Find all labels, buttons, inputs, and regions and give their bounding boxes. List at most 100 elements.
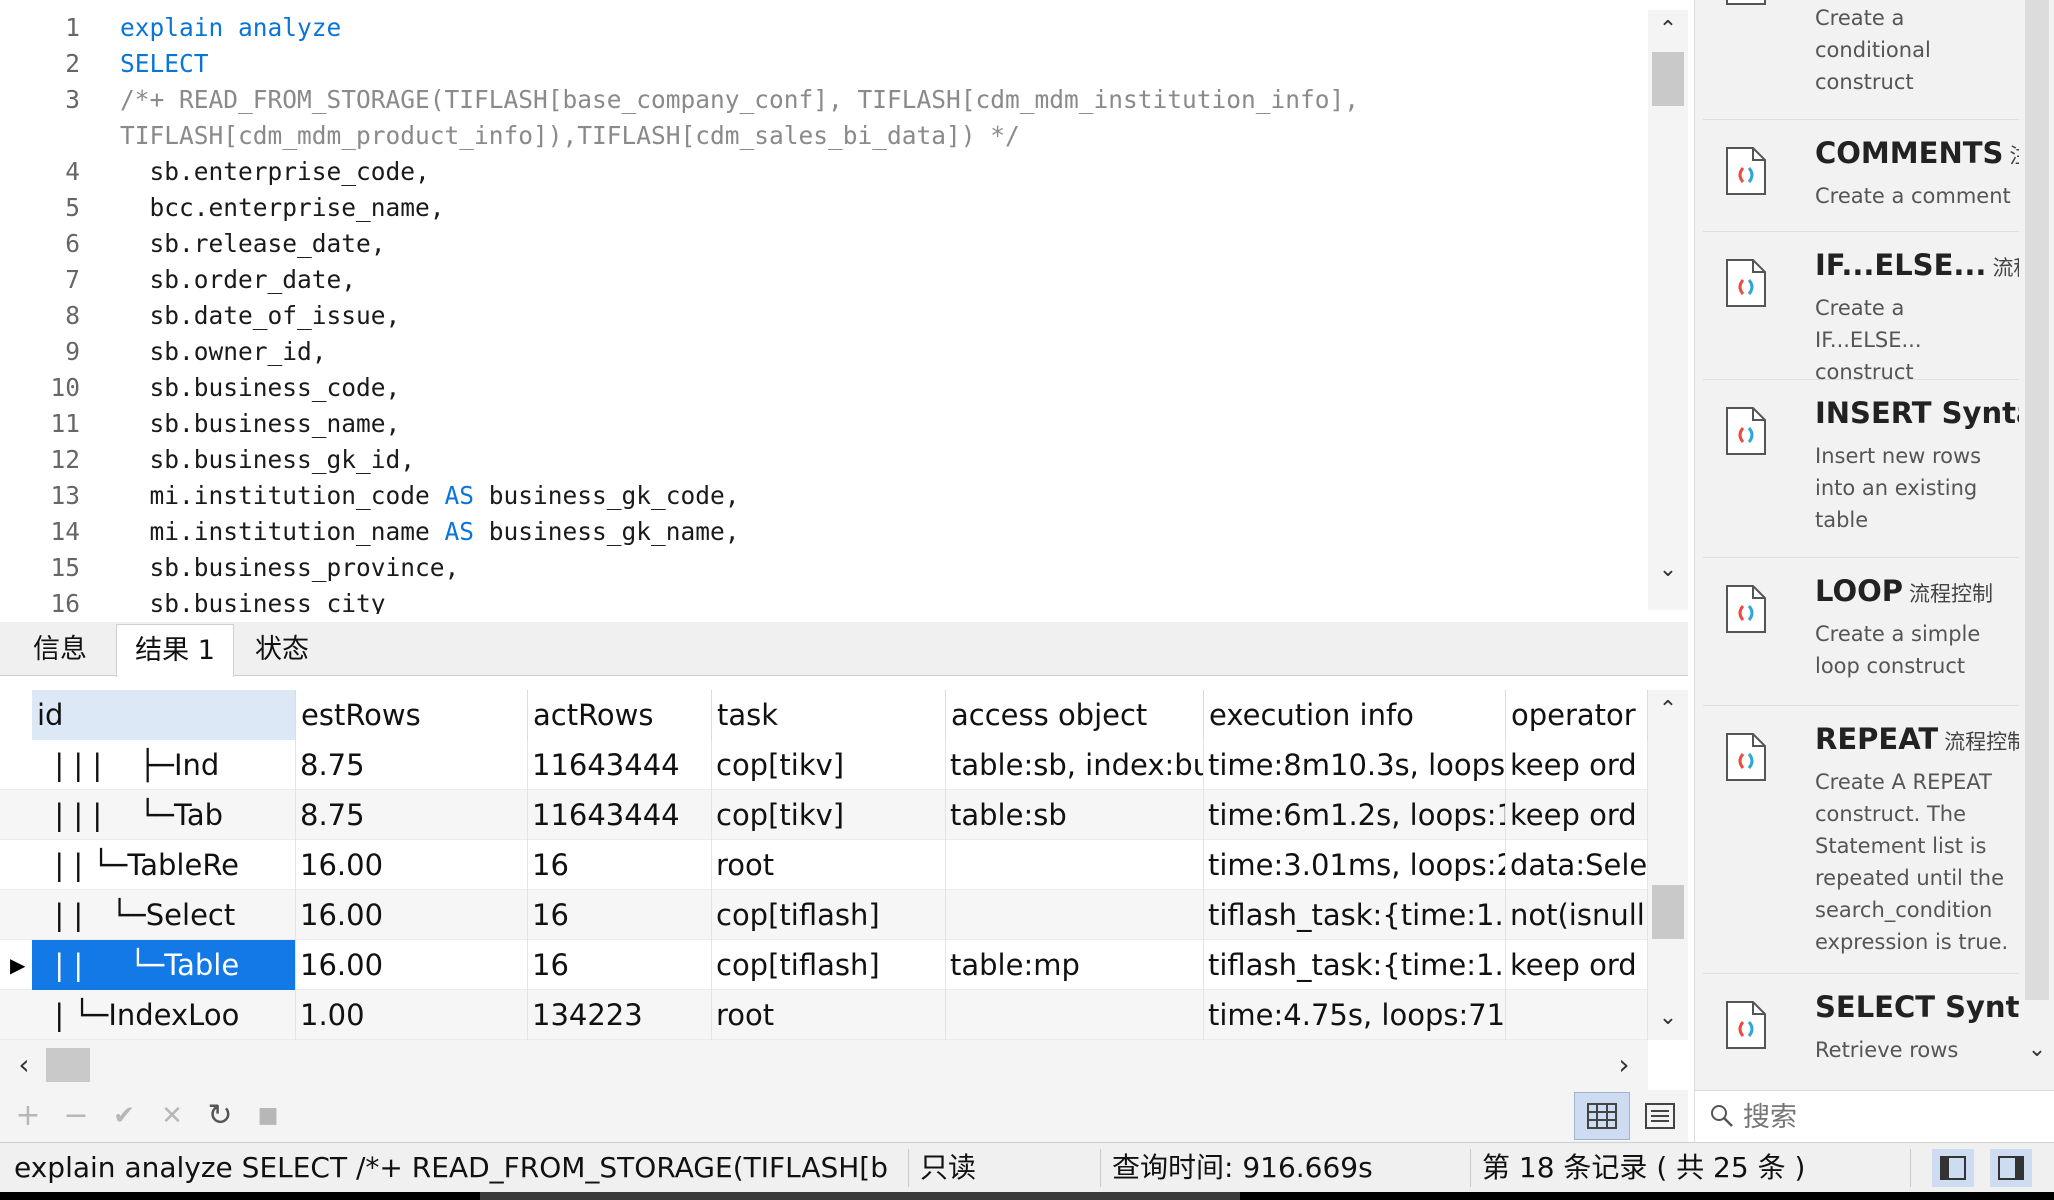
cell-execution-info[interactable]: tiflash_task:{time:1.7 (1204, 890, 1506, 940)
scroll-right-icon[interactable]: › (1604, 1040, 1644, 1090)
code-line[interactable]: 2 SELECT (0, 46, 1640, 82)
scroll-down-icon[interactable]: ⌄ (1648, 550, 1688, 590)
cell-task[interactable]: root (712, 990, 946, 1040)
cell-access-object[interactable]: table:sb (946, 790, 1204, 840)
result-grid[interactable]: id estRows actRows task access object ex… (0, 680, 1688, 1040)
code-line[interactable]: 1 explain analyze (0, 10, 1640, 46)
snippet-scroll-thumb[interactable] (2025, 0, 2049, 1000)
sql-editor[interactable]: 1 explain analyze 2 SELECT 3 /*+ READ_FROM_ST… (0, 0, 1688, 614)
editor-scroll-thumb[interactable] (1652, 52, 1684, 106)
cell-execution-info[interactable]: time:4.75s, loops:71 (1204, 990, 1506, 1040)
cell-id[interactable]: | | └─Table (32, 940, 296, 990)
cell-estrows[interactable]: 16.00 (296, 940, 528, 990)
editor-vertical-scrollbar[interactable]: ⌃ ⌄ (1648, 10, 1688, 610)
cell-execution-info[interactable]: time:3.01ms, loops:2 (1204, 840, 1506, 890)
code-line[interactable]: 13 mi.institution_code AS business_gk_co… (0, 478, 1640, 514)
cell-access-object[interactable]: table:mp (946, 940, 1204, 990)
cell-operator[interactable]: not(isnull (1506, 890, 1648, 940)
add-row-button[interactable]: + (8, 1096, 48, 1136)
layout-left-panel-button[interactable] (1932, 1149, 1974, 1187)
form-view-button[interactable] (1632, 1092, 1688, 1140)
column-header-task[interactable]: task (712, 690, 946, 740)
delete-row-button[interactable]: − (56, 1096, 96, 1136)
cell-id[interactable]: | | | └─Tab (32, 790, 296, 840)
cell-execution-info[interactable]: time:8m10.3s, loops (1204, 740, 1506, 790)
column-header-actrows[interactable]: actRows (528, 690, 712, 740)
search-input[interactable] (1743, 1099, 2033, 1135)
code-lines[interactable]: 1 explain analyze 2 SELECT 3 /*+ READ_FROM_ST… (0, 10, 1640, 614)
code-line[interactable]: 8 sb.date_of_issue, (0, 298, 1640, 334)
cell-actrows[interactable]: 134223 (528, 990, 712, 1040)
grid-scroll-thumb[interactable] (1652, 885, 1684, 940)
cell-task[interactable]: cop[tikv] (712, 790, 946, 840)
tab-info[interactable]: 信息 (6, 624, 114, 676)
cell-execution-info[interactable]: time:6m1.2s, loops:1 (1204, 790, 1506, 840)
column-header-id[interactable]: id (32, 690, 296, 740)
cell-access-object[interactable] (946, 890, 1204, 940)
grid-view-button[interactable] (1574, 1092, 1630, 1140)
cell-actrows[interactable]: 11643444 (528, 740, 712, 790)
cell-operator[interactable]: data:Sele (1506, 840, 1648, 890)
cell-actrows[interactable]: 11643444 (528, 790, 712, 840)
grid-vertical-scrollbar[interactable]: ⌃ ⌄ (1648, 690, 1688, 1040)
cell-estrows[interactable]: 8.75 (296, 740, 528, 790)
column-header-execution-info[interactable]: execution info (1204, 690, 1506, 740)
table-row[interactable]: | | | └─Tab 8.75 11643444 cop[tikv] table:sb… (0, 790, 1648, 840)
cell-actrows[interactable]: 16 (528, 890, 712, 940)
table-row[interactable]: ▶ | | └─Table 16.00 16 cop[tiflash] table:mp… (0, 940, 1648, 990)
cell-id[interactable]: | | | ├─Ind (32, 740, 296, 790)
code-line[interactable]: 6 sb.release_date, (0, 226, 1640, 262)
code-line[interactable]: 3 /*+ READ_FROM_STORAGE(TIFLASH[base_comp… (0, 82, 1640, 118)
cell-estrows[interactable]: 16.00 (296, 840, 528, 890)
cell-execution-info[interactable]: tiflash_task:{time:1.7 (1204, 940, 1506, 990)
refresh-button[interactable]: ↻ (200, 1096, 240, 1136)
snippet-scroll-down-icon[interactable]: ⌄ (2019, 1030, 2054, 1070)
cell-operator[interactable] (1506, 990, 1648, 1040)
column-header-access-object[interactable]: access object (946, 690, 1204, 740)
code-line[interactable]: 9 sb.owner_id, (0, 334, 1640, 370)
snippet-item[interactable]: LOOP 流程控制 Create a simple loop construct (1703, 558, 2019, 706)
snippet-item[interactable]: REPEAT 流程控制 Create A REPEAT construct. The… (1703, 706, 2028, 974)
grid-scroll-down-icon[interactable]: ⌄ (1648, 998, 1688, 1038)
cell-estrows[interactable]: 16.00 (296, 890, 528, 940)
horizontal-scroll-thumb[interactable] (46, 1048, 90, 1082)
table-row[interactable]: | └─IndexLoo 1.00 134223 root time:4.75s, lo… (0, 990, 1648, 1040)
cell-task[interactable]: cop[tiflash] (712, 890, 946, 940)
code-line[interactable]: 10 sb.business_code, (0, 370, 1640, 406)
cell-task[interactable]: cop[tiflash] (712, 940, 946, 990)
stop-button[interactable]: ■ (248, 1096, 288, 1136)
apply-changes-button[interactable]: ✔ (104, 1096, 144, 1136)
snippet-scrollbar[interactable]: ⌄ (2019, 0, 2054, 1090)
discard-changes-button[interactable]: ✕ (152, 1096, 192, 1136)
tab-status[interactable]: 状态 (236, 624, 328, 676)
code-line[interactable]: 11 sb.business_name, (0, 406, 1640, 442)
snippet-item[interactable]: SELECT Synta Retrieve rows (1703, 974, 2039, 1090)
cell-actrows[interactable]: 16 (528, 840, 712, 890)
code-line[interactable]: 16 sb.business_city (0, 586, 1640, 614)
scroll-left-icon[interactable]: ‹ (4, 1040, 44, 1090)
table-row[interactable]: | | | ├─Ind 8.75 11643444 cop[tikv] table:sb… (0, 740, 1648, 790)
cell-estrows[interactable]: 1.00 (296, 990, 528, 1040)
table-row[interactable]: | | └─Select 16.00 16 cop[tiflash] tiflash_t… (0, 890, 1648, 940)
cell-id[interactable]: | └─IndexLoo (32, 990, 296, 1040)
cell-task[interactable]: cop[tikv] (712, 740, 946, 790)
layout-right-panel-button[interactable] (1990, 1149, 2032, 1187)
code-line[interactable]: TIFLASH[cdm_mdm_product_info]),TIFLASH[c… (0, 118, 1640, 154)
snippet-item[interactable]: INSERT Synta Insert new rows into an exis… (1703, 380, 2036, 558)
tab-result-1[interactable]: 结果 1 (116, 624, 234, 677)
code-line[interactable]: 7 sb.order_date, (0, 262, 1640, 298)
column-header-estrows[interactable]: estRows (296, 690, 528, 740)
cell-access-object[interactable] (946, 840, 1204, 890)
grid-horizontal-scrollbar[interactable]: ‹ › (0, 1040, 1648, 1090)
cell-task[interactable]: root (712, 840, 946, 890)
cell-operator[interactable]: keep ord (1506, 790, 1648, 840)
cell-id[interactable]: | | └─Select (32, 890, 296, 940)
code-line[interactable]: 14 mi.institution_name AS business_gk_na… (0, 514, 1640, 550)
column-header-operator[interactable]: operator (1506, 690, 1648, 740)
cell-id[interactable]: | | └─TableRe (32, 840, 296, 890)
cell-access-object[interactable]: table:sb, index:bu (946, 740, 1204, 790)
code-line[interactable]: 12 sb.business_gk_id, (0, 442, 1640, 478)
snippet-item[interactable]: Create a conditional construct (1703, 0, 2019, 120)
code-line[interactable]: 4 sb.enterprise_code, (0, 154, 1640, 190)
cell-estrows[interactable]: 8.75 (296, 790, 528, 840)
